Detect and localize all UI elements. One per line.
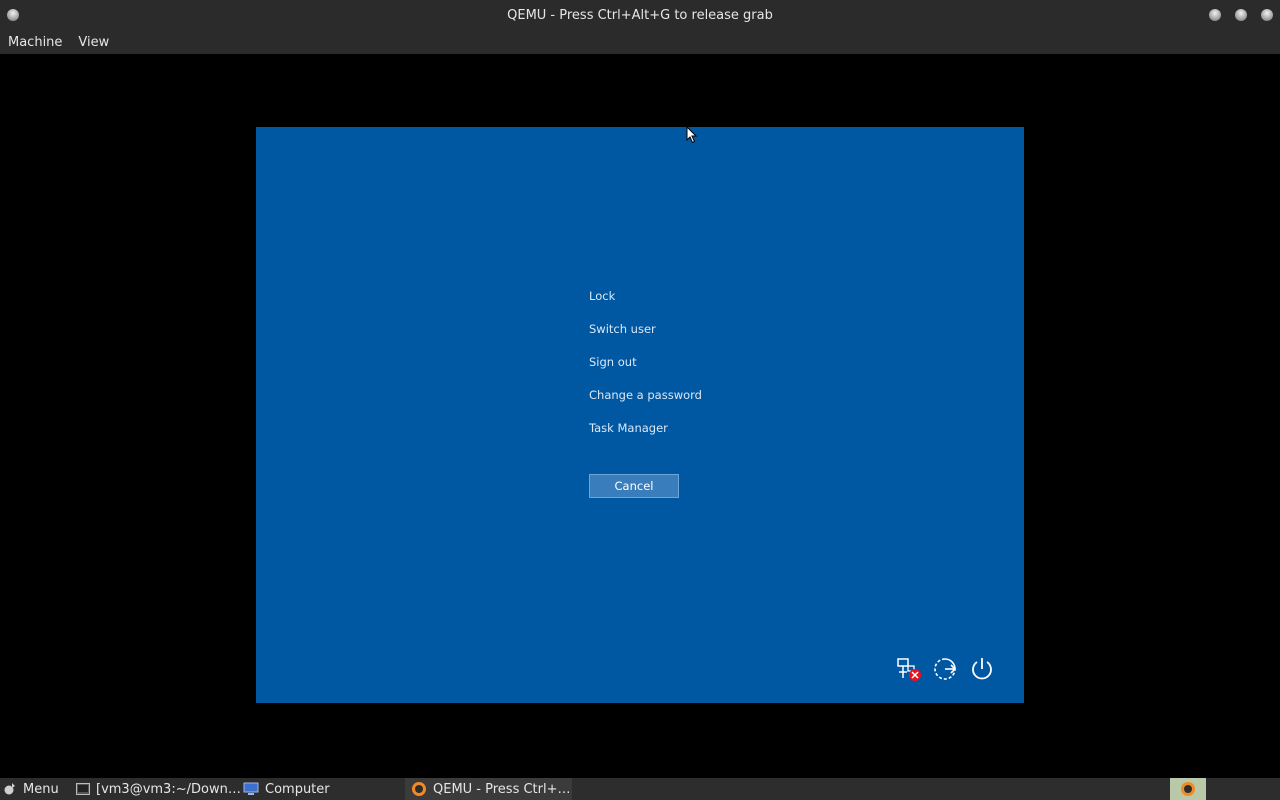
qemu-tray-icon[interactable] bbox=[1170, 778, 1206, 800]
mouse-cursor-icon bbox=[686, 125, 698, 144]
taskbar: Menu [vm3@vm3:~/Down… Computer QEMU - Pr… bbox=[0, 778, 1280, 800]
window-title: QEMU - Press Ctrl+Alt+G to release grab bbox=[507, 7, 773, 23]
start-menu-button[interactable]: Menu bbox=[3, 778, 59, 800]
option-task-manager[interactable]: Task Manager bbox=[589, 419, 702, 452]
menu-machine[interactable]: Machine bbox=[8, 35, 62, 50]
option-sign-out[interactable]: Sign out bbox=[589, 353, 702, 386]
network-disconnected-icon[interactable] bbox=[896, 656, 922, 682]
ease-of-access-icon[interactable] bbox=[932, 656, 958, 682]
cancel-button[interactable]: Cancel bbox=[589, 474, 679, 498]
maximize-icon[interactable] bbox=[1235, 9, 1247, 21]
start-menu-label: Menu bbox=[23, 781, 59, 797]
option-switch-user[interactable]: Switch user bbox=[589, 320, 702, 353]
taskbar-item-label: [vm3@vm3:~/Down… bbox=[96, 781, 241, 797]
menubar: Machine View bbox=[0, 30, 1280, 54]
security-options-list: Lock Switch user Sign out Change a passw… bbox=[589, 287, 702, 452]
guest-screen: Lock Switch user Sign out Change a passw… bbox=[256, 127, 1024, 703]
menu-icon bbox=[4, 783, 15, 795]
terminal-icon bbox=[76, 783, 90, 795]
computer-icon bbox=[243, 782, 259, 795]
taskbar-item-label: Computer bbox=[265, 781, 330, 797]
option-lock[interactable]: Lock bbox=[589, 287, 702, 320]
option-change-password[interactable]: Change a password bbox=[589, 386, 702, 419]
qemu-icon bbox=[412, 782, 426, 796]
menu-view[interactable]: View bbox=[78, 35, 109, 50]
taskbar-item-label: QEMU - Press Ctrl+… bbox=[433, 781, 571, 797]
window-titlebar: QEMU - Press Ctrl+Alt+G to release grab bbox=[0, 0, 1280, 30]
window-menu-icon[interactable] bbox=[7, 9, 19, 21]
taskbar-item-qemu[interactable]: QEMU - Press Ctrl+… bbox=[405, 778, 572, 800]
minimize-icon[interactable] bbox=[1209, 9, 1221, 21]
taskbar-item-terminal[interactable]: [vm3@vm3:~/Down… bbox=[76, 778, 241, 800]
close-icon[interactable] bbox=[1261, 9, 1273, 21]
power-icon[interactable] bbox=[969, 656, 995, 682]
taskbar-item-computer[interactable]: Computer bbox=[243, 778, 330, 800]
